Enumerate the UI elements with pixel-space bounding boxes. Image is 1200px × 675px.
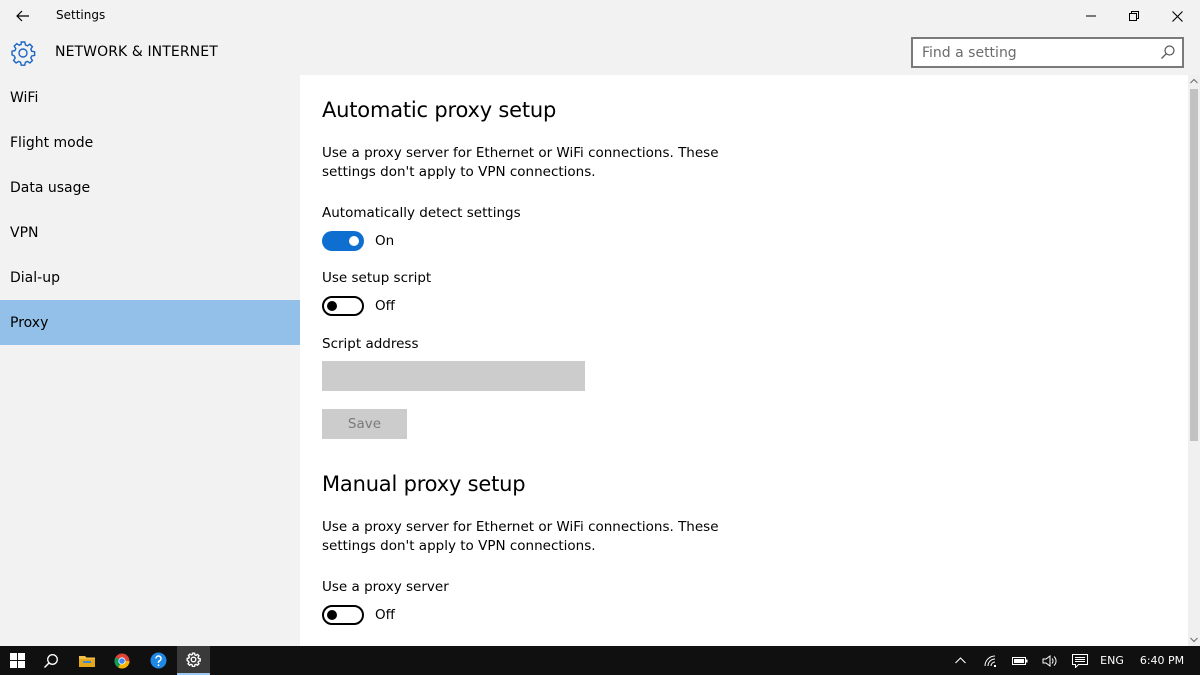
scroll-thumb[interactable] xyxy=(1190,89,1198,441)
sidebar: WiFi Flight mode Data usage VPN Dial-up … xyxy=(0,75,300,646)
help-icon xyxy=(150,652,166,669)
setup-script-toggle[interactable] xyxy=(322,296,364,316)
sidebar-item-flight-mode[interactable]: Flight mode xyxy=(0,120,300,165)
manual-proxy-heading: Manual proxy setup xyxy=(322,472,526,496)
speaker-icon xyxy=(1042,654,1056,667)
script-address-label: Script address xyxy=(322,336,419,352)
gear-icon xyxy=(11,41,36,66)
wifi-tray-button[interactable] xyxy=(980,646,1002,675)
battery-icon xyxy=(1012,656,1028,665)
sidebar-item-label: VPN xyxy=(10,224,39,241)
windows-logo-icon xyxy=(9,653,25,668)
gear-icon xyxy=(186,652,201,667)
use-proxy-toggle[interactable] xyxy=(322,605,364,625)
taskbar: ENG 6:40 PM xyxy=(0,646,1200,675)
restore-icon xyxy=(1129,11,1139,21)
notification-icon xyxy=(1072,653,1088,668)
taskbar-settings[interactable] xyxy=(177,646,210,675)
content-pane: Automatic proxy setup Use a proxy server… xyxy=(300,75,1188,646)
setup-script-label: Use setup script xyxy=(322,270,432,286)
title-bar: Settings xyxy=(0,0,1200,32)
minimize-icon xyxy=(1086,15,1096,17)
back-arrow-icon xyxy=(16,10,29,22)
toggle-knob xyxy=(349,236,359,246)
search-icon[interactable] xyxy=(1160,44,1176,60)
sidebar-item-data-usage[interactable]: Data usage xyxy=(0,165,300,210)
sidebar-item-label: Dial-up xyxy=(10,269,60,286)
show-hidden-icons-button[interactable] xyxy=(948,646,972,675)
page-header: NETWORK & INTERNET xyxy=(0,32,1200,75)
chevron-down-icon xyxy=(1190,637,1198,643)
search-box[interactable] xyxy=(911,37,1184,68)
sidebar-item-label: Data usage xyxy=(10,179,91,196)
folder-icon xyxy=(79,655,95,667)
action-center-button[interactable] xyxy=(1069,646,1091,675)
sidebar-item-label: Flight mode xyxy=(10,134,94,151)
start-button[interactable] xyxy=(0,646,34,675)
page-title: NETWORK & INTERNET xyxy=(55,44,218,60)
save-button[interactable]: Save xyxy=(322,409,407,439)
taskbar-chrome[interactable] xyxy=(105,646,139,675)
sidebar-item-label: Proxy xyxy=(10,314,49,331)
close-button[interactable] xyxy=(1154,0,1200,32)
script-address-input[interactable] xyxy=(322,361,585,391)
sidebar-item-dial-up[interactable]: Dial-up xyxy=(0,255,300,300)
use-proxy-label: Use a proxy server xyxy=(322,579,449,595)
auto-detect-state: On xyxy=(375,233,395,249)
toggle-knob xyxy=(327,610,337,620)
scroll-down-button[interactable] xyxy=(1188,634,1200,646)
search-input[interactable] xyxy=(913,39,1153,66)
auto-detect-toggle[interactable] xyxy=(322,231,364,251)
taskbar-file-explorer[interactable] xyxy=(70,646,104,675)
automatic-proxy-heading: Automatic proxy setup xyxy=(322,98,557,122)
auto-detect-label: Automatically detect settings xyxy=(322,205,521,221)
taskbar-help[interactable] xyxy=(141,646,175,675)
app-title: Settings xyxy=(56,8,106,22)
chevron-up-icon xyxy=(954,657,966,664)
restore-button[interactable] xyxy=(1111,0,1157,32)
sidebar-item-wifi[interactable]: WiFi xyxy=(0,75,300,120)
toggle-knob xyxy=(327,301,337,311)
language-indicator[interactable]: ENG xyxy=(1097,646,1127,675)
search-icon xyxy=(43,653,58,668)
automatic-proxy-description: Use a proxy server for Ethernet or WiFi … xyxy=(322,145,719,180)
battery-tray-button[interactable] xyxy=(1009,646,1031,675)
wifi-icon xyxy=(984,655,996,667)
scroll-up-button[interactable] xyxy=(1188,75,1200,87)
setup-script-state: Off xyxy=(375,298,395,314)
taskbar-search-button[interactable] xyxy=(34,646,68,675)
clock[interactable]: 6:40 PM xyxy=(1134,646,1190,675)
vertical-scrollbar[interactable] xyxy=(1188,75,1200,646)
chrome-icon xyxy=(114,653,130,668)
back-button[interactable] xyxy=(8,2,38,30)
volume-tray-button[interactable] xyxy=(1038,646,1060,675)
sidebar-item-vpn[interactable]: VPN xyxy=(0,210,300,255)
sidebar-item-label: WiFi xyxy=(10,89,39,106)
minimize-button[interactable] xyxy=(1068,0,1114,32)
manual-proxy-description: Use a proxy server for Ethernet or WiFi … xyxy=(322,519,719,554)
close-icon xyxy=(1171,10,1183,22)
sidebar-item-proxy[interactable]: Proxy xyxy=(0,300,300,345)
use-proxy-state: Off xyxy=(375,607,395,623)
chevron-up-icon xyxy=(1190,78,1198,84)
